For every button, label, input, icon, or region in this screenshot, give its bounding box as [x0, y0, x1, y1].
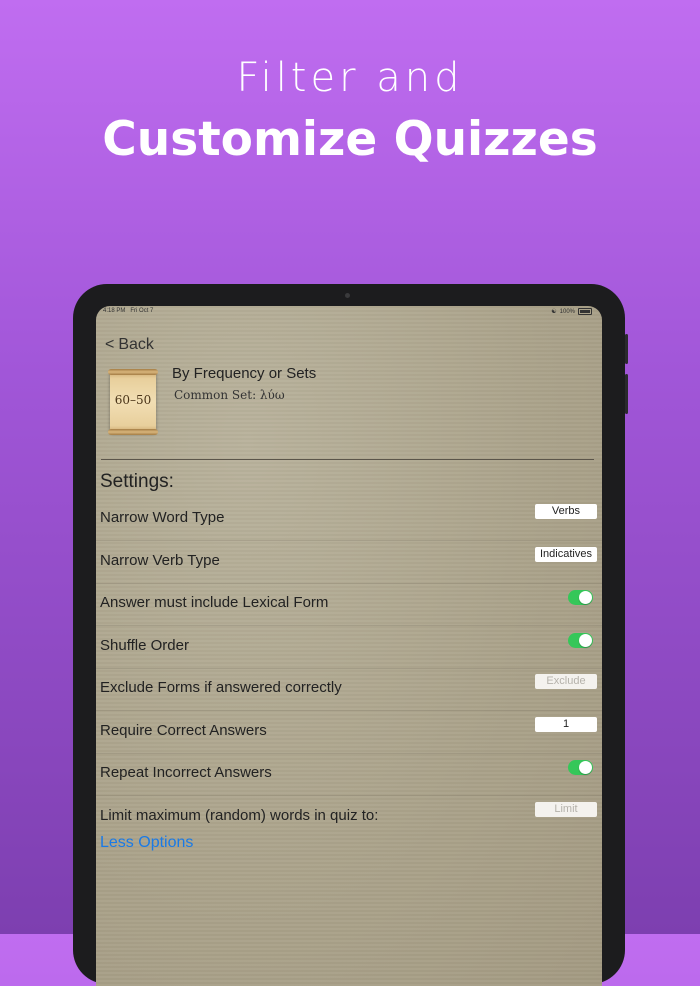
- shuffle-order-row: Shuffle Order: [96, 625, 602, 669]
- thumbnail-label: 60–50: [114, 393, 152, 407]
- camera-dot: [345, 293, 350, 298]
- volume-button: [625, 374, 628, 414]
- require-correct-label: Require Correct Answers: [100, 722, 267, 739]
- quiz-subtitle: Common Set: λύω: [174, 388, 285, 402]
- settings-header: Settings:: [100, 471, 174, 492]
- repeat-incorrect-toggle[interactable]: [568, 760, 593, 775]
- narrow-verb-type-label: Narrow Verb Type: [100, 552, 220, 569]
- app-screen: 4:18 PM Fri Oct 7 ☯ 100% < Back 60–50 By…: [96, 306, 602, 986]
- limit-words-row: Limit maximum (random) words in quiz to:…: [96, 795, 602, 838]
- exclude-forms-label: Exclude Forms if answered correctly: [100, 679, 342, 696]
- status-bar: 4:18 PM Fri Oct 7 ☯ 100%: [103, 307, 592, 317]
- require-correct-row: Require Correct Answers 1: [96, 710, 602, 754]
- repeat-incorrect-label: Repeat Incorrect Answers: [100, 764, 272, 781]
- status-date: Fri Oct 7: [130, 308, 154, 314]
- shuffle-order-label: Shuffle Order: [100, 637, 189, 654]
- back-button[interactable]: < Back: [105, 336, 154, 354]
- ipad-frame: 4:18 PM Fri Oct 7 ☯ 100% < Back 60–50 By…: [73, 284, 628, 986]
- toggle-knob: [579, 634, 592, 647]
- battery-percent: 100%: [559, 308, 575, 315]
- divider: [101, 459, 594, 460]
- exclude-forms-row: Exclude Forms if answered correctly Excl…: [96, 667, 602, 711]
- headline-line1: Filter and: [236, 55, 464, 101]
- limit-words-label: Limit maximum (random) words in quiz to:: [100, 807, 379, 824]
- lexical-form-toggle[interactable]: [568, 590, 593, 605]
- quiz-thumbnail: 60–50: [108, 369, 158, 435]
- back-label: Back: [118, 336, 154, 353]
- exclude-forms-input[interactable]: Exclude: [535, 674, 597, 689]
- narrow-verb-type-select[interactable]: Indicatives: [535, 547, 597, 562]
- narrow-word-type-row: Narrow Word Type Verbs: [96, 497, 602, 541]
- side-button: [625, 334, 628, 364]
- wifi-icon: ☯: [551, 309, 557, 315]
- headline-line2: Customize Quizzes: [102, 112, 598, 167]
- quiz-title: By Frequency or Sets: [172, 365, 317, 382]
- narrow-verb-type-row: Narrow Verb Type Indicatives: [96, 540, 602, 584]
- less-options-link[interactable]: Less Options: [100, 834, 193, 852]
- shuffle-order-toggle[interactable]: [568, 633, 593, 648]
- status-time: 4:18 PM: [103, 308, 126, 314]
- repeat-incorrect-row: Repeat Incorrect Answers: [96, 752, 602, 796]
- require-correct-input[interactable]: 1: [535, 717, 597, 732]
- limit-words-input[interactable]: Limit: [535, 802, 597, 817]
- toggle-knob: [579, 591, 592, 604]
- lexical-form-label: Answer must include Lexical Form: [100, 594, 329, 611]
- narrow-word-type-select[interactable]: Verbs: [535, 504, 597, 519]
- lexical-form-row: Answer must include Lexical Form: [96, 582, 602, 626]
- battery-icon: [578, 308, 592, 315]
- chevron-left-icon: <: [105, 336, 115, 353]
- toggle-knob: [579, 761, 592, 774]
- narrow-word-type-label: Narrow Word Type: [100, 509, 225, 526]
